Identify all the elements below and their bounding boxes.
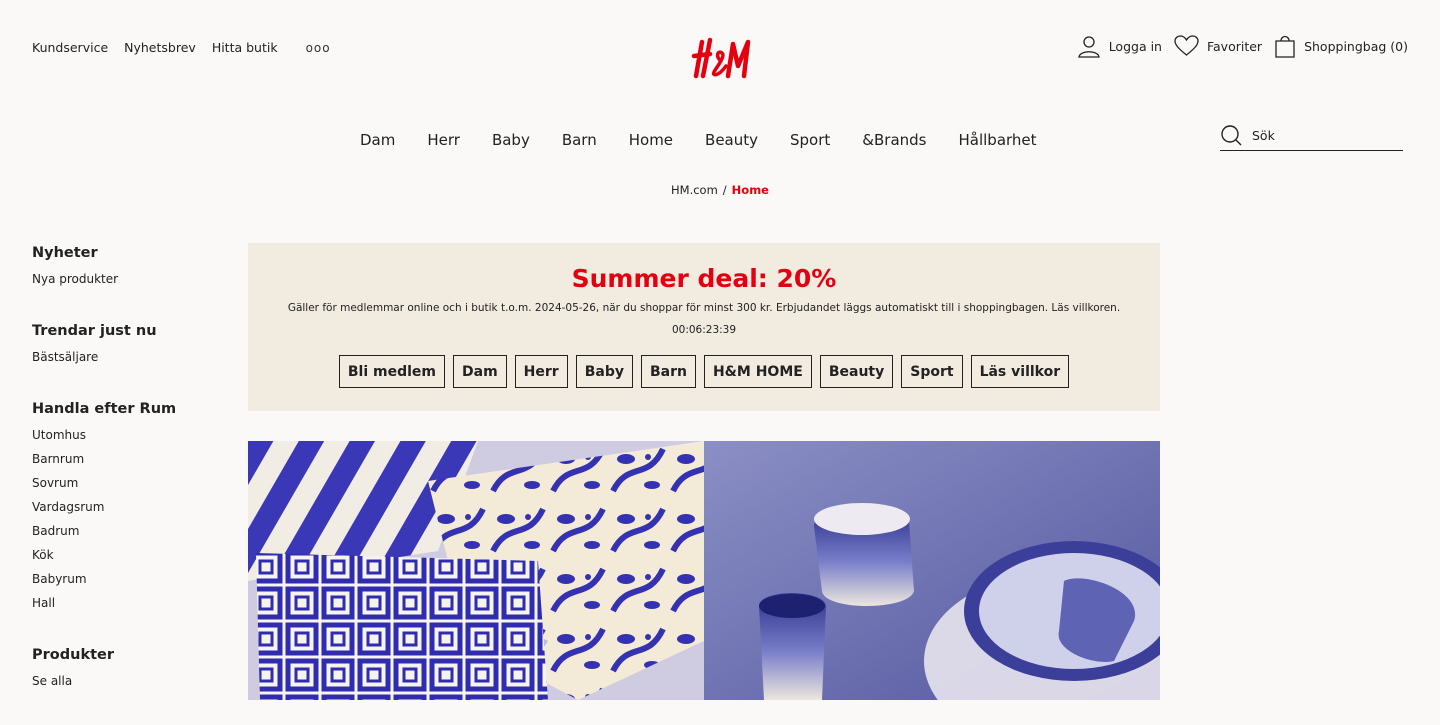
nav-item-hallbarhet[interactable]: Hållbarhet [959, 131, 1037, 149]
breadcrumb: HM.com / Home [0, 183, 1440, 197]
heart-icon [1174, 35, 1199, 56]
search-icon [1221, 125, 1242, 146]
utility-link-hitta-butik[interactable]: Hitta butik [212, 40, 278, 55]
promo-button-bli-medlem[interactable]: Bli medlem [338, 355, 446, 388]
promo-button-las-villkor[interactable]: Läs villkor [970, 355, 1070, 388]
nav-item-dam[interactable]: Dam [360, 131, 395, 149]
search-placeholder: Sök [1252, 127, 1275, 143]
promo-title: Summer deal: 20% [571, 264, 837, 293]
promo-button-dam[interactable]: Dam [453, 355, 507, 388]
sidebar-heading: Nyheter [32, 245, 98, 261]
sidebar-link[interactable]: Sovrum [32, 475, 232, 499]
promo-button-hm-home[interactable]: H&M HOME [703, 355, 812, 388]
sidebar-group-produkter: Produkter Se alla [32, 647, 232, 697]
sidebar-link[interactable]: Barnrum [32, 451, 232, 475]
search-field[interactable]: Sök [1220, 120, 1403, 151]
breadcrumb-current: Home [731, 183, 769, 197]
nav-item-herr[interactable]: Herr [427, 131, 460, 149]
sidebar-link[interactable]: Kök [32, 547, 232, 571]
more-icon[interactable]: ooo [306, 41, 331, 55]
user-icon [1077, 36, 1100, 58]
shopping-bag-link[interactable]: Shoppingbag (0) [1274, 34, 1408, 58]
login-link[interactable]: Logga in [1077, 34, 1162, 58]
sidebar-link[interactable]: Hall [32, 595, 232, 619]
favorites-label: Favoriter [1206, 38, 1263, 54]
nav-item-barn[interactable]: Barn [562, 131, 597, 149]
promo-subtitle: Gäller för medlemmar online och i butik … [287, 302, 1121, 314]
nav-item-brands[interactable]: &Brands [862, 131, 926, 149]
category-sidebar: Nyheter Nya produkter Trendar just nu Bä… [32, 245, 232, 725]
main-nav: Dam Herr Baby Barn Home Beauty Sport &Br… [360, 131, 1037, 149]
utility-link-kundservice[interactable]: Kundservice [32, 40, 108, 55]
promo-button-herr[interactable]: Herr [514, 355, 568, 388]
hm-logo-mark [691, 37, 751, 79]
breadcrumb-separator: / [722, 183, 727, 197]
promo-buttons: Bli medlem Dam Herr Baby Barn H&M HOME B… [248, 355, 1160, 388]
nav-item-beauty[interactable]: Beauty [705, 131, 758, 149]
nav-item-baby[interactable]: Baby [492, 131, 530, 149]
utility-nav: Kundservice Nyhetsbrev Hitta butik ooo [32, 40, 331, 55]
promo-button-barn[interactable]: Barn [640, 355, 696, 388]
hm-logo[interactable] [688, 36, 752, 82]
hero-image-ceramics[interactable] [704, 441, 1160, 700]
nav-item-sport[interactable]: Sport [790, 131, 830, 149]
sidebar-heading: Produkter [32, 647, 115, 663]
sidebar-group-rum: Handla efter Rum Utomhus Barnrum Sovrum … [32, 401, 232, 619]
promo-countdown: 00:06:23:39 [671, 324, 737, 336]
shopping-bag-icon [1275, 35, 1295, 58]
sidebar-link[interactable]: Babyrum [32, 571, 232, 595]
account-nav: Logga in Favoriter Shoppingbag (0) [1077, 34, 1408, 58]
sidebar-link[interactable]: Nya produkter [32, 271, 232, 295]
favorites-link[interactable]: Favoriter [1174, 35, 1262, 57]
breadcrumb-root[interactable]: HM.com [671, 183, 718, 197]
sidebar-link[interactable]: Utomhus [32, 427, 232, 451]
sidebar-link[interactable]: Badrum [32, 523, 232, 547]
promo-banner: Summer deal: 20% Gäller för medlemmar on… [248, 243, 1160, 411]
sidebar-group-nyheter: Nyheter Nya produkter [32, 245, 232, 295]
sidebar-heading: Handla efter Rum [32, 401, 177, 417]
promo-button-baby[interactable]: Baby [575, 355, 633, 388]
shopping-bag-label: Shoppingbag (0) [1304, 38, 1408, 54]
ceramic-cups-image [704, 441, 1160, 700]
promo-button-beauty[interactable]: Beauty [819, 355, 894, 388]
sidebar-link[interactable]: Se alla [32, 673, 232, 697]
textile-cushions-image [248, 441, 704, 700]
login-label: Logga in [1108, 38, 1162, 54]
sidebar-heading: Trendar just nu [32, 323, 157, 339]
utility-link-nyhetsbrev[interactable]: Nyhetsbrev [124, 40, 196, 55]
hero-image-textiles[interactable] [248, 441, 704, 700]
sidebar-link[interactable]: Vardagsrum [32, 499, 232, 523]
promo-button-sport[interactable]: Sport [901, 355, 963, 388]
nav-item-home[interactable]: Home [629, 131, 673, 149]
sidebar-group-trendar: Trendar just nu Bästsäljare [32, 323, 232, 373]
sidebar-link[interactable]: Bästsäljare [32, 349, 232, 373]
